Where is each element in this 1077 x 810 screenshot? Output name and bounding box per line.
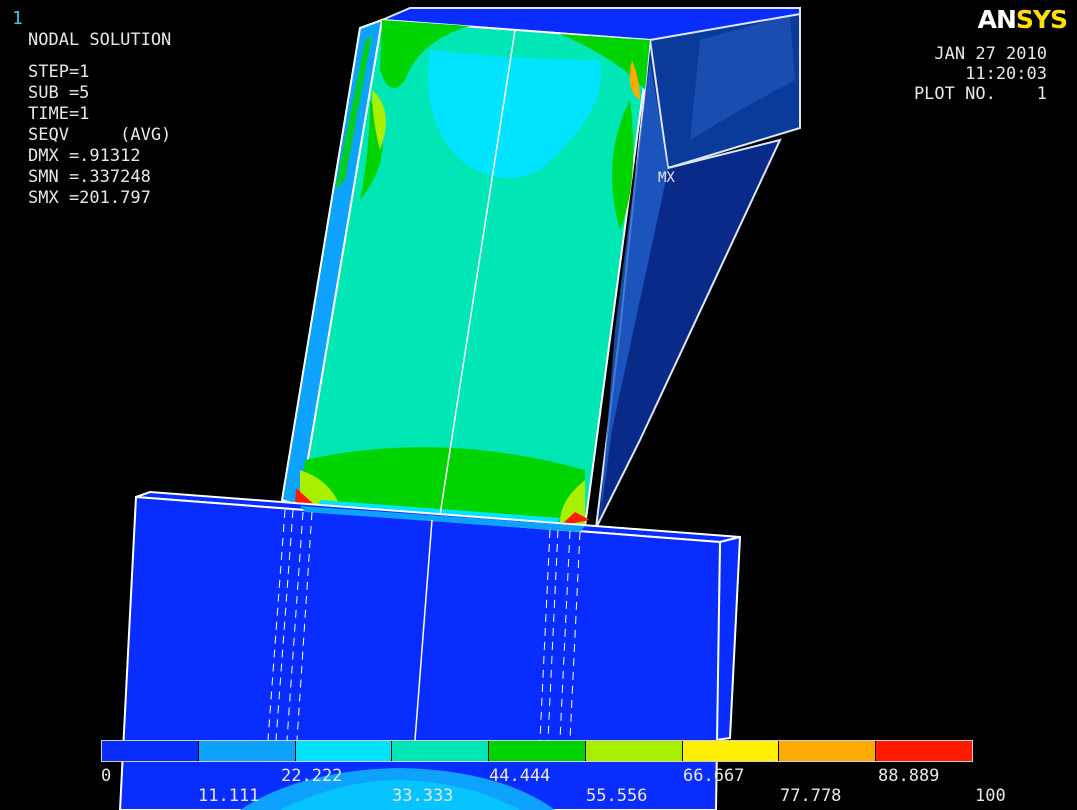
- legend-tick-100: 100: [975, 786, 1006, 806]
- legend-swatch-2: [295, 741, 393, 761]
- legend-tick-77: 77.778: [780, 786, 842, 806]
- legend-swatch-5: [585, 741, 683, 761]
- logo-part1: AN: [977, 5, 1017, 34]
- plot-number: PLOT NO. 1: [913, 84, 1047, 104]
- legend-swatch-4: [489, 741, 586, 761]
- base-block-front: [118, 495, 722, 810]
- info-time: TIME=1: [28, 104, 90, 124]
- info-dmx: DMX =.91312: [28, 146, 141, 166]
- legend-swatch-1: [198, 741, 296, 761]
- plot-date: JAN 27 2010: [934, 44, 1047, 64]
- info-step: STEP=1: [28, 62, 90, 82]
- max-marker-label: MX: [658, 170, 675, 186]
- graphics-viewport[interactable]: 1 NODAL SOLUTION STEP=1 SUB =5 TIME=1 SE…: [0, 0, 1077, 810]
- legend-tick-11: 11.111: [198, 786, 260, 806]
- ansys-logo: ANSYS: [977, 5, 1068, 34]
- info-result-item: SEQV (AVG): [28, 125, 172, 145]
- info-smx: SMX =201.797: [28, 188, 151, 208]
- legend-swatch-0: [102, 741, 199, 761]
- legend-swatch-6: [682, 741, 780, 761]
- legend-tick-66: 66.667: [683, 766, 745, 786]
- info-substep: SUB =5: [28, 83, 90, 103]
- legend-swatch-3: [392, 741, 490, 761]
- plot-title: NODAL SOLUTION: [28, 30, 172, 50]
- legend-swatch-8: [876, 741, 973, 761]
- plot-header-info: JAN 27 2010 11:20:03 PLOT NO. 1: [914, 44, 1047, 104]
- legend-swatch-7: [779, 741, 877, 761]
- legend-tick-22: 22.222: [281, 766, 343, 786]
- contour-legend-bar: [101, 740, 973, 762]
- info-smn: SMN =.337248: [28, 167, 151, 187]
- legend-tick-33: 33.333: [392, 786, 454, 806]
- legend-tick-0: 0: [101, 766, 112, 786]
- fea-model-contour: [118, 6, 801, 810]
- legend-tick-88: 88.889: [878, 766, 940, 786]
- legend-tick-55: 55.556: [586, 786, 648, 806]
- logo-part2: SYS: [1015, 5, 1068, 34]
- plot-time: 11:20:03: [965, 64, 1047, 84]
- legend-tick-44: 44.444: [489, 766, 551, 786]
- window-number: 1: [12, 8, 23, 29]
